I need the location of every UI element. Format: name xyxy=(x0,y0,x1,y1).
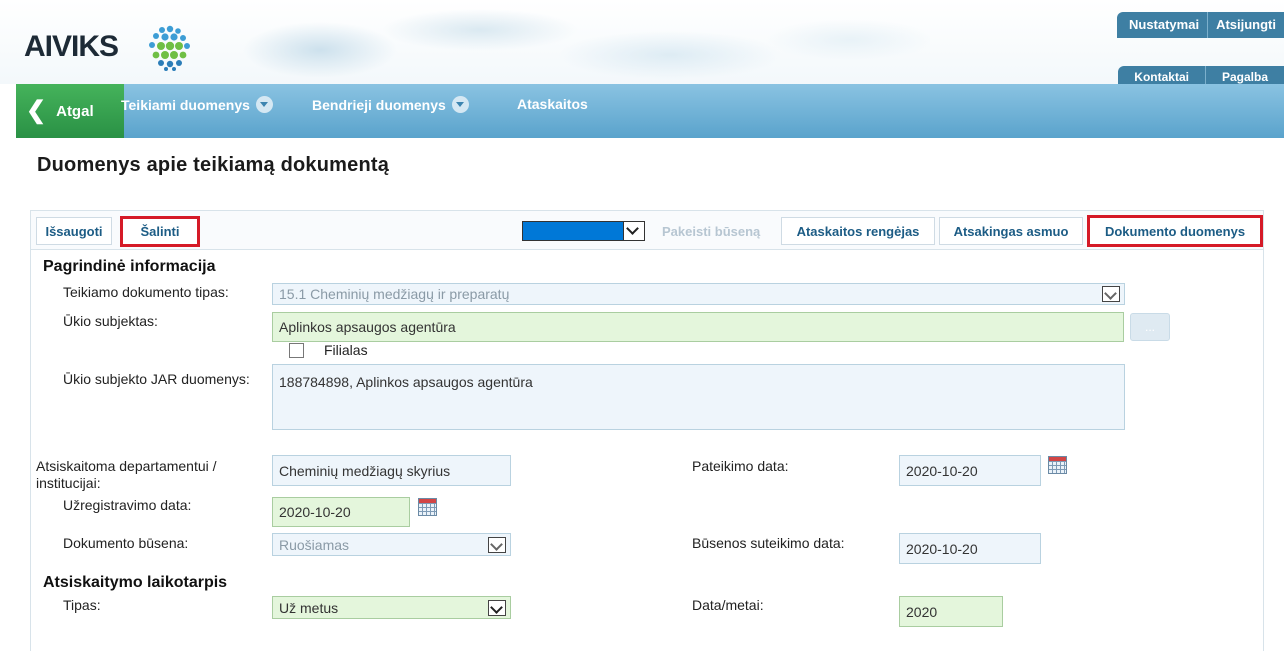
registration-date-label: Užregistravimo data: xyxy=(63,497,192,513)
entity-label: Ūkio subjektas: xyxy=(63,313,158,329)
status-date-label: Būsenos suteikimo data: xyxy=(692,535,845,551)
settings-tab[interactable]: Nustatymai xyxy=(1116,12,1208,38)
chevron-down-icon xyxy=(623,222,644,240)
nav-item-label: Bendrieji duomenys xyxy=(312,96,446,113)
doc-status-value: Ruošiamas xyxy=(279,536,350,553)
branch-checkbox[interactable] xyxy=(289,343,304,358)
doc-type-value: 15.1 Cheminių medžiagų ir preparatų xyxy=(279,286,510,302)
chevron-down-icon xyxy=(1102,286,1120,302)
period-type-label: Tipas: xyxy=(63,597,101,613)
nav-item-bendrieji[interactable]: Bendrieji duomenys xyxy=(312,96,469,113)
back-label: Atgal xyxy=(56,102,94,120)
change-status-button[interactable]: Pakeisti būseną xyxy=(662,217,760,245)
submission-date-field[interactable]: 2020-10-20 xyxy=(899,455,1041,486)
banner-clouds xyxy=(150,0,930,84)
jar-value: 188784898, Aplinkos apsaugos agentūra xyxy=(279,374,533,390)
department-value: Cheminių medžiagų skyrius xyxy=(279,462,451,479)
secondary-tabs: Kontaktai Pagalba xyxy=(1118,66,1284,84)
year-field[interactable]: 2020 xyxy=(899,596,1003,627)
nav-item-teikiami[interactable]: Teikiami duomenys xyxy=(121,96,273,113)
period-type-select[interactable]: Už metus xyxy=(272,596,511,619)
entity-field[interactable]: Aplinkos apsaugos agentūra xyxy=(272,312,1124,342)
nav-item-label: Teikiami duomenys xyxy=(121,96,250,113)
nav-item-ataskaitos[interactable]: Ataskaitos xyxy=(517,96,588,112)
status-date-field[interactable]: 2020-10-20 xyxy=(899,533,1041,564)
year-value: 2020 xyxy=(906,603,938,620)
registration-date-value: 2020-10-20 xyxy=(279,504,351,520)
submission-date-label: Pateikimo data: xyxy=(692,458,789,474)
toolbar: Išsaugoti Šalinti Pakeisti būseną Ataska… xyxy=(30,210,1264,250)
jar-textarea[interactable]: 188784898, Aplinkos apsaugos agentūra xyxy=(272,364,1125,430)
chevron-down-icon xyxy=(255,96,273,113)
logout-tab[interactable]: Atsijungti xyxy=(1207,12,1284,38)
status-select[interactable] xyxy=(522,221,645,241)
doc-status-select[interactable]: Ruošiamas xyxy=(272,533,511,556)
doc-type-select[interactable]: 15.1 Cheminių medžiagų ir preparatų xyxy=(272,283,1125,305)
branch-label: Filialas xyxy=(324,342,368,358)
entity-value: Aplinkos apsaugos agentūra xyxy=(279,319,456,335)
department-field[interactable]: Cheminių medžiagų skyrius xyxy=(272,455,511,486)
header-banner: AIVIKS Nustatymai Atsijungti Kontaktai P… xyxy=(0,0,1284,84)
chevron-down-icon xyxy=(488,536,506,553)
main-nav: ❮ Atgal Teikiami duomenys Bendrieji duom… xyxy=(16,84,1284,138)
page-title: Duomenys apie teikiamą dokumentą xyxy=(37,154,390,176)
nav-item-label: Ataskaitos xyxy=(517,96,588,112)
top-tabs: Nustatymai Atsijungti xyxy=(1116,12,1284,38)
section-title-period: Atsiskaitymo laikotarpis xyxy=(43,574,228,591)
jar-label: Ūkio subjekto JAR duomenys: xyxy=(63,371,250,387)
entity-lookup-button[interactable]: ... xyxy=(1130,313,1170,341)
registration-date-field[interactable]: 2020-10-20 xyxy=(272,497,410,527)
calendar-icon[interactable] xyxy=(418,498,437,516)
report-preparer-button[interactable]: Ataskaitos rengėjas xyxy=(781,217,935,245)
submission-date-value: 2020-10-20 xyxy=(906,462,978,479)
calendar-icon[interactable] xyxy=(1048,456,1067,474)
chevron-down-icon xyxy=(488,599,506,616)
logo-dots-icon xyxy=(149,25,190,71)
status-date-value: 2020-10-20 xyxy=(906,540,978,557)
chevron-down-icon xyxy=(451,96,469,113)
help-tab[interactable]: Pagalba xyxy=(1204,66,1284,84)
department-label: Atsiskaitoma departamentui / institucija… xyxy=(36,458,217,491)
chevron-left-icon: ❮ xyxy=(26,97,47,124)
doc-status-label: Dokumento būsena: xyxy=(63,535,189,551)
delete-button[interactable]: Šalinti xyxy=(120,216,200,247)
doc-type-label: Teikiamo dokumento tipas: xyxy=(63,284,229,300)
back-button[interactable]: ❮ Atgal xyxy=(16,84,124,138)
period-type-value: Už metus xyxy=(279,599,339,616)
contacts-tab[interactable]: Kontaktai xyxy=(1118,66,1205,84)
year-label: Data/metai: xyxy=(692,597,764,613)
app-logo: AIVIKS xyxy=(24,30,119,63)
document-data-button[interactable]: Dokumento duomenys xyxy=(1087,215,1263,247)
section-title-main: Pagrindinė informacija xyxy=(43,258,216,275)
responsible-person-button[interactable]: Atsakingas asmuo xyxy=(939,217,1083,245)
save-button[interactable]: Išsaugoti xyxy=(36,217,112,245)
